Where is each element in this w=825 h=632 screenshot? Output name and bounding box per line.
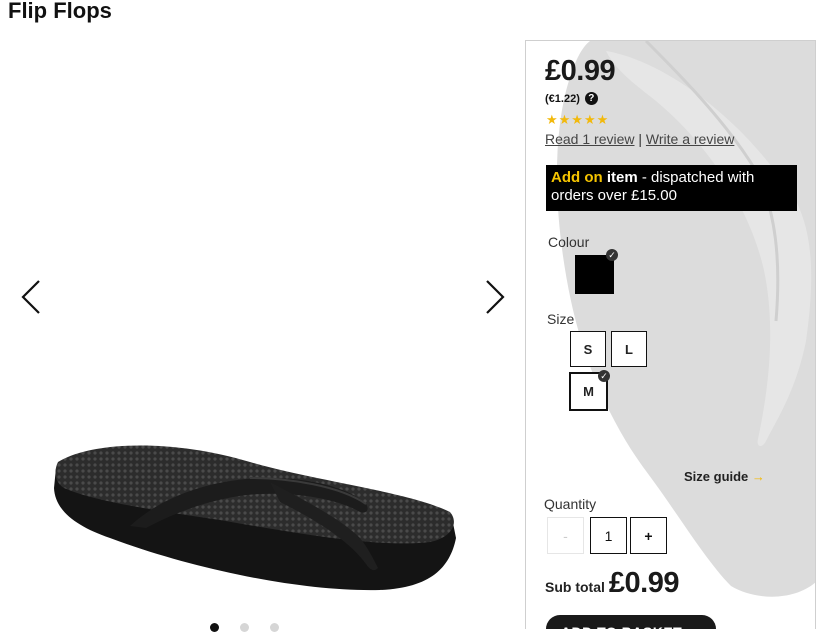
- chevron-right-icon[interactable]: [483, 278, 507, 316]
- subtotal-label: Sub total: [545, 579, 605, 595]
- write-review-link[interactable]: Write a review: [646, 131, 734, 147]
- size-option-m-label: M: [583, 384, 594, 399]
- reviews-links: Read 1 review | Write a review: [545, 131, 734, 147]
- size-option-m[interactable]: M ✓: [569, 370, 610, 411]
- size-label: Size: [547, 311, 575, 327]
- chevron-left-icon[interactable]: [19, 278, 43, 316]
- add-to-basket-button[interactable]: ADD TO BASKET →: [546, 615, 716, 629]
- euro-price: (€1.22): [545, 92, 580, 105]
- arrow-right-icon: →: [751, 469, 765, 484]
- quantity-decrease-button[interactable]: -: [547, 517, 584, 554]
- size-option-s[interactable]: S: [570, 331, 606, 367]
- read-reviews-link[interactable]: Read 1 review: [545, 131, 635, 147]
- reviews-separator: |: [638, 131, 643, 147]
- carousel-dot[interactable]: [210, 623, 219, 632]
- size-guide-link[interactable]: Size guide →: [684, 469, 765, 484]
- product-gallery: [0, 40, 525, 632]
- add-on-item-word: item: [606, 169, 638, 186]
- colour-swatch-black[interactable]: ✓: [575, 249, 618, 294]
- check-icon: ✓: [598, 370, 610, 382]
- page-title: Flip Flops: [8, 0, 112, 23]
- product-price: £0.99: [545, 55, 616, 87]
- carousel-dots: [210, 623, 279, 632]
- quantity-label: Quantity: [544, 496, 597, 512]
- size-option-l[interactable]: L: [611, 331, 647, 367]
- carousel-dot[interactable]: [240, 623, 249, 632]
- colour-label: Colour: [548, 234, 590, 250]
- add-on-highlight: Add on: [551, 169, 603, 186]
- add-on-text-line2: orders over £15.00: [551, 187, 677, 204]
- purchase-panel: £0.99 (€1.22) ? ★★★★★ Read 1 review | Wr…: [525, 40, 816, 629]
- carousel-dot[interactable]: [270, 623, 279, 632]
- alternate-currency-price: (€1.22) ?: [545, 92, 598, 105]
- product-image: [54, 445, 456, 591]
- check-icon: ✓: [606, 249, 618, 261]
- size-guide-label: Size guide: [684, 469, 749, 484]
- subtotal-value: £0.99: [608, 567, 680, 599]
- quantity-input[interactable]: 1: [590, 517, 627, 554]
- help-icon[interactable]: ?: [584, 92, 598, 105]
- add-on-item-banner: Add on item - dispatched with orders ove…: [546, 165, 797, 211]
- subtotal: Sub total £0.99: [545, 567, 679, 600]
- rating-stars: ★★★★★: [546, 112, 610, 127]
- add-on-text-line1: - dispatched with: [637, 169, 755, 186]
- quantity-increase-button[interactable]: +: [630, 517, 667, 554]
